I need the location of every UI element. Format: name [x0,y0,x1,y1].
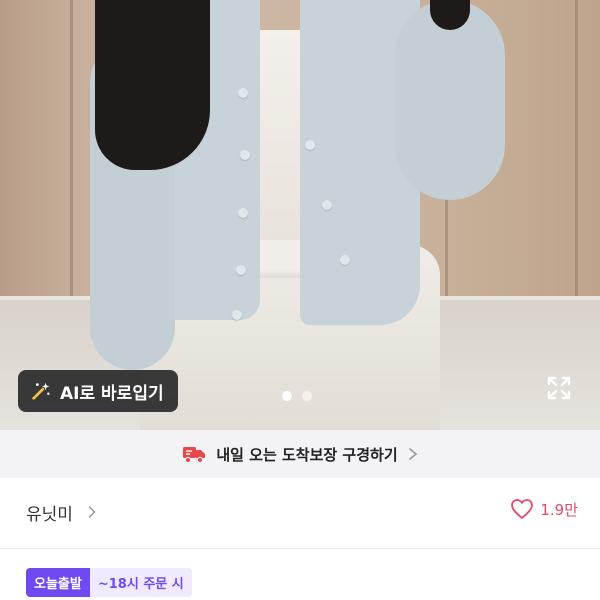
product-image[interactable]: AI로 바로입기 [0,0,600,430]
ai-tryon-label: AI로 바로입기 [60,383,164,404]
same-day-shipping-tag: 오늘출발 [26,568,90,597]
brand-row: 유닛미 1.9만 [0,478,600,548]
brand-name[interactable]: 유닛미 [26,500,73,525]
like-count: 1.9만 [540,500,578,519]
cardigan-button [240,150,250,160]
delivery-truck-icon [183,447,206,464]
cardigan-button [236,265,246,275]
cardigan-button [322,200,332,210]
cardigan-button [340,255,350,265]
magic-wand-icon [32,382,50,400]
cardigan-button [305,140,315,150]
chevron-right-icon [408,448,417,460]
like-button[interactable]: 1.9만 [510,498,578,520]
shipping-tags: 오늘출발 ~18시 주문 시 [26,568,192,597]
cardigan-button [238,88,248,98]
cardigan-button [238,208,248,218]
heart-icon [511,499,534,519]
ai-tryon-button[interactable]: AI로 바로입기 [18,370,178,412]
carousel-dot[interactable] [302,391,312,401]
expand-icon[interactable] [546,375,572,401]
order-cutoff-tag: ~18시 주문 시 [89,568,192,597]
divider [0,548,600,549]
carousel-dot[interactable] [282,391,292,401]
right-arm [395,0,505,200]
carousel-indicator [282,391,312,401]
hair [95,0,210,170]
delivery-banner-text: 내일 오는 도착보장 구경하기 [216,445,398,464]
cardigan-button [232,310,242,320]
chevron-right-icon[interactable] [88,505,96,519]
delivery-guarantee-banner[interactable]: 내일 오는 도착보장 구경하기 [0,430,600,478]
